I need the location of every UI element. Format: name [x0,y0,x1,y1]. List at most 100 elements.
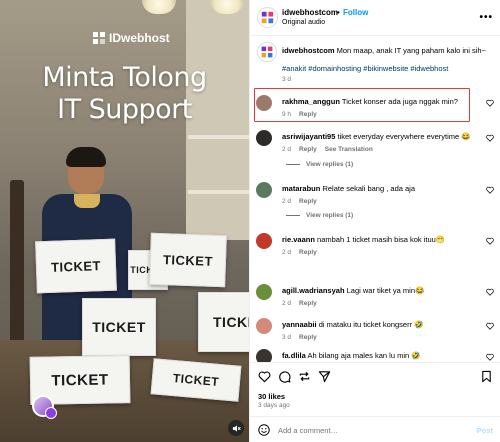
see-translation-button[interactable]: See Translation [325,146,373,153]
reply-button[interactable]: Reply [299,111,317,118]
comment-username[interactable]: rakhma_anggun [282,97,340,106]
mute-button[interactable] [228,420,244,436]
speaker-muted-icon [232,424,241,432]
comment-username[interactable]: agill.wadriansyah [282,286,345,295]
reply-button[interactable]: Reply [299,300,317,307]
comment-item: rakhma_anggun Ticket konser ada juga ngg… [254,93,498,129]
comment-age: 2 d [282,198,292,205]
idwebhost-logo-icon [93,32,105,44]
view-replies-button[interactable]: View replies (1) [286,212,353,219]
action-bar: 30 likes 3 days ago Post [250,362,500,442]
commenter-avatar[interactable] [256,284,272,300]
comment-item: asriwijayanti95 tiket everyday everywher… [254,128,498,164]
comment-item: matarabun Relate sekali bang , ada aja 2… [254,180,498,216]
ceiling-lamp [142,0,176,14]
share-send-icon[interactable] [318,370,331,383]
comment-age: 2 d [282,300,292,307]
comment-body: Relate sekali bang , ada aja [322,184,416,193]
repost-icon[interactable] [298,370,311,383]
comment-text: yannaabii di mataku itu ticket kongserr … [282,320,478,330]
comment-body: tiket everyday everywhere everytime 😂 [337,132,471,141]
headline-line2: IT Support [57,94,192,125]
brand-logo: IDwebhost [93,31,170,45]
ticket-paper: TICKET [35,238,117,294]
comment-item: agill.wadriansyah Lagi war tiket ya min😂… [254,282,498,318]
chair [10,180,24,350]
comment-body: Ah bilang aja males kan lu min 🤣 [307,351,421,360]
divider [286,164,300,165]
comment-text: asriwijayanti95 tiket everyday everywher… [282,132,478,142]
comment-body: Ticket konser ada juga nggak min? [341,97,458,106]
headline-line1: Minta Tolong [42,62,207,93]
caption-body: Mon maap, anak IT yang paham kalo ini si… [336,46,486,55]
view-replies-button[interactable]: View replies (1) [286,161,353,168]
post-header: idwebhostcom • Follow Original audio ••• [250,0,500,36]
caption-text: idwebhostcom Mon maap, anak IT yang paha… [282,46,496,56]
post-button[interactable]: Post [477,426,493,435]
like-heart-icon[interactable] [486,134,494,142]
comment-username[interactable]: matarabun [282,184,320,193]
comment-username[interactable]: rie.vaann [282,235,315,244]
caption-username[interactable]: idwebhostcom [282,46,335,55]
follow-button[interactable]: Follow [343,8,368,17]
audio-label[interactable]: Original audio [282,19,325,26]
comment-text: rie.vaann nambah 1 ticket masih bisa kok… [282,235,478,245]
shelf [188,135,249,139]
comment-age: 2 d [282,146,292,153]
comment-username[interactable]: asriwijayanti95 [282,132,335,141]
commenter-avatar[interactable] [256,349,272,362]
more-options-icon[interactable]: ••• [479,12,493,23]
ticket-paper: TICKET [149,232,227,288]
like-heart-icon[interactable] [486,99,494,107]
like-heart-icon[interactable] [258,370,271,383]
commenter-avatar[interactable] [256,95,272,111]
comment-composer: Post [250,416,500,442]
view-replies-label: View replies (1) [306,161,354,168]
comment-bubble-icon[interactable] [278,370,291,383]
profile-avatar[interactable] [257,7,278,28]
like-heart-icon[interactable] [486,288,494,296]
commenter-avatar[interactable] [256,130,272,146]
brand-name: IDwebhost [109,31,170,45]
comment-body: nambah 1 ticket masih bisa kok ituu😁 [317,235,446,244]
caption-avatar[interactable] [257,42,277,62]
ticket-paper: TICKET [82,298,156,356]
comment-username[interactable]: yannaabii [282,320,317,329]
audio-badge-icon [45,407,57,419]
caption-hashtags[interactable]: #anakit #domainhosting #bikinwebsite #id… [282,64,496,73]
comment-body: Lagi war tiket ya min😂 [346,286,425,295]
save-bookmark-icon[interactable] [480,370,493,383]
post-panel: idwebhostcom • Follow Original audio •••… [249,0,500,442]
reply-button[interactable]: Reply [299,198,317,205]
view-replies-label: View replies (1) [306,212,354,219]
reel-video[interactable]: TICKET TICKET TICKET TICKET TICKET TICKE… [0,0,249,442]
comment-text: agill.wadriansyah Lagi war tiket ya min😂 [282,286,478,296]
comment-age: 2 d [282,249,292,256]
like-heart-icon[interactable] [486,237,494,245]
comment-input[interactable] [278,423,458,437]
comment-age: 3 d [282,334,292,341]
like-heart-icon[interactable] [486,186,494,194]
commenter-avatar[interactable] [256,318,272,334]
header-username[interactable]: idwebhostcom [282,8,338,17]
comment-text: matarabun Relate sekali bang , ada aja [282,184,478,194]
commenter-avatar[interactable] [256,233,272,249]
shelf [188,190,249,194]
idwebhost-logo-icon [261,11,274,24]
reply-button[interactable]: Reply [299,146,317,153]
comment-text: fa.dlila Ah bilang aja males kan lu min … [282,351,478,361]
commenter-avatar[interactable] [256,182,272,198]
ticket-paper: TICKET [150,358,242,402]
reply-button[interactable]: Reply [299,334,317,341]
comment-body: di mataku itu ticket kongserr 🤣 [318,320,424,329]
reply-button[interactable]: Reply [299,249,317,256]
comment-username[interactable]: fa.dlila [282,351,306,360]
idwebhost-logo-icon [261,46,273,58]
ticket-paper: TICKET [198,292,249,352]
emoji-icon[interactable] [258,424,270,436]
like-heart-icon[interactable] [486,322,494,330]
likes-count[interactable]: 30 likes [258,392,285,401]
divider [286,215,300,216]
caption-age: 3 d [282,76,292,83]
like-heart-icon[interactable] [486,353,494,361]
